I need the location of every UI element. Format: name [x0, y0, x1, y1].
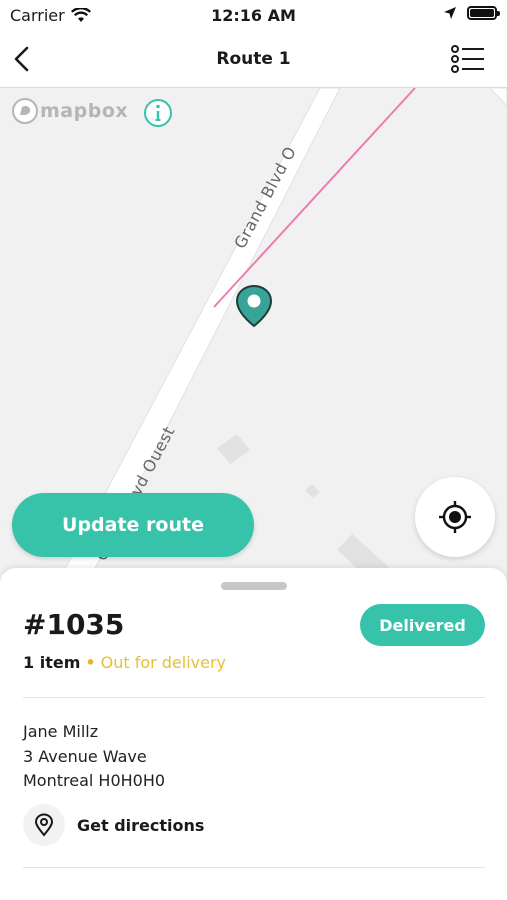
customer-address: Jane Millz 3 Avenue Wave Montreal H0H0H0 — [23, 720, 165, 794]
divider — [23, 867, 485, 868]
address-line-1: 3 Avenue Wave — [23, 746, 147, 766]
navigation-bar: Route 1 — [0, 32, 507, 88]
get-directions-button[interactable]: Get directions — [23, 804, 204, 846]
status-bar: Carrier 12:16 AM — [0, 0, 507, 32]
meta-separator: • — [85, 653, 96, 672]
customer-name: Jane Millz — [23, 722, 99, 741]
update-route-button[interactable]: Update route — [12, 493, 254, 557]
item-count: 1 item — [23, 653, 81, 672]
road-corner — [489, 88, 507, 107]
building — [217, 434, 250, 464]
list-view-icon[interactable] — [451, 44, 485, 74]
delivered-status-button[interactable]: Delivered — [360, 604, 485, 646]
page-title: Route 1 — [216, 49, 291, 69]
mapbox-logo: mapbox — [12, 98, 128, 124]
delivery-status: Out for delivery — [100, 653, 227, 672]
crosshair-icon — [439, 501, 471, 533]
divider — [23, 697, 485, 698]
directions-label: Get directions — [77, 815, 205, 835]
order-meta: 1 item • Out for delivery — [23, 653, 226, 672]
sheet-drag-handle[interactable] — [221, 582, 287, 590]
pin-icon-container — [23, 804, 65, 846]
status-right — [443, 6, 500, 20]
delivery-marker-icon[interactable] — [235, 284, 273, 328]
battery-icon — [467, 6, 500, 20]
location-arrow-icon — [444, 7, 456, 19]
info-icon[interactable] — [143, 98, 173, 128]
mapbox-wordmark: mapbox — [40, 100, 129, 122]
recenter-location-button[interactable] — [415, 477, 495, 557]
building — [305, 484, 320, 498]
order-details-sheet[interactable]: #1035 Delivered 1 item • Out for deliver… — [0, 568, 507, 900]
address-line-2: Montreal H0H0H0 — [23, 771, 166, 790]
map-pin-icon — [34, 813, 54, 837]
order-number: #1035 — [23, 608, 125, 641]
status-time: 12:16 AM — [211, 6, 296, 25]
mapbox-logo-icon — [12, 98, 38, 124]
